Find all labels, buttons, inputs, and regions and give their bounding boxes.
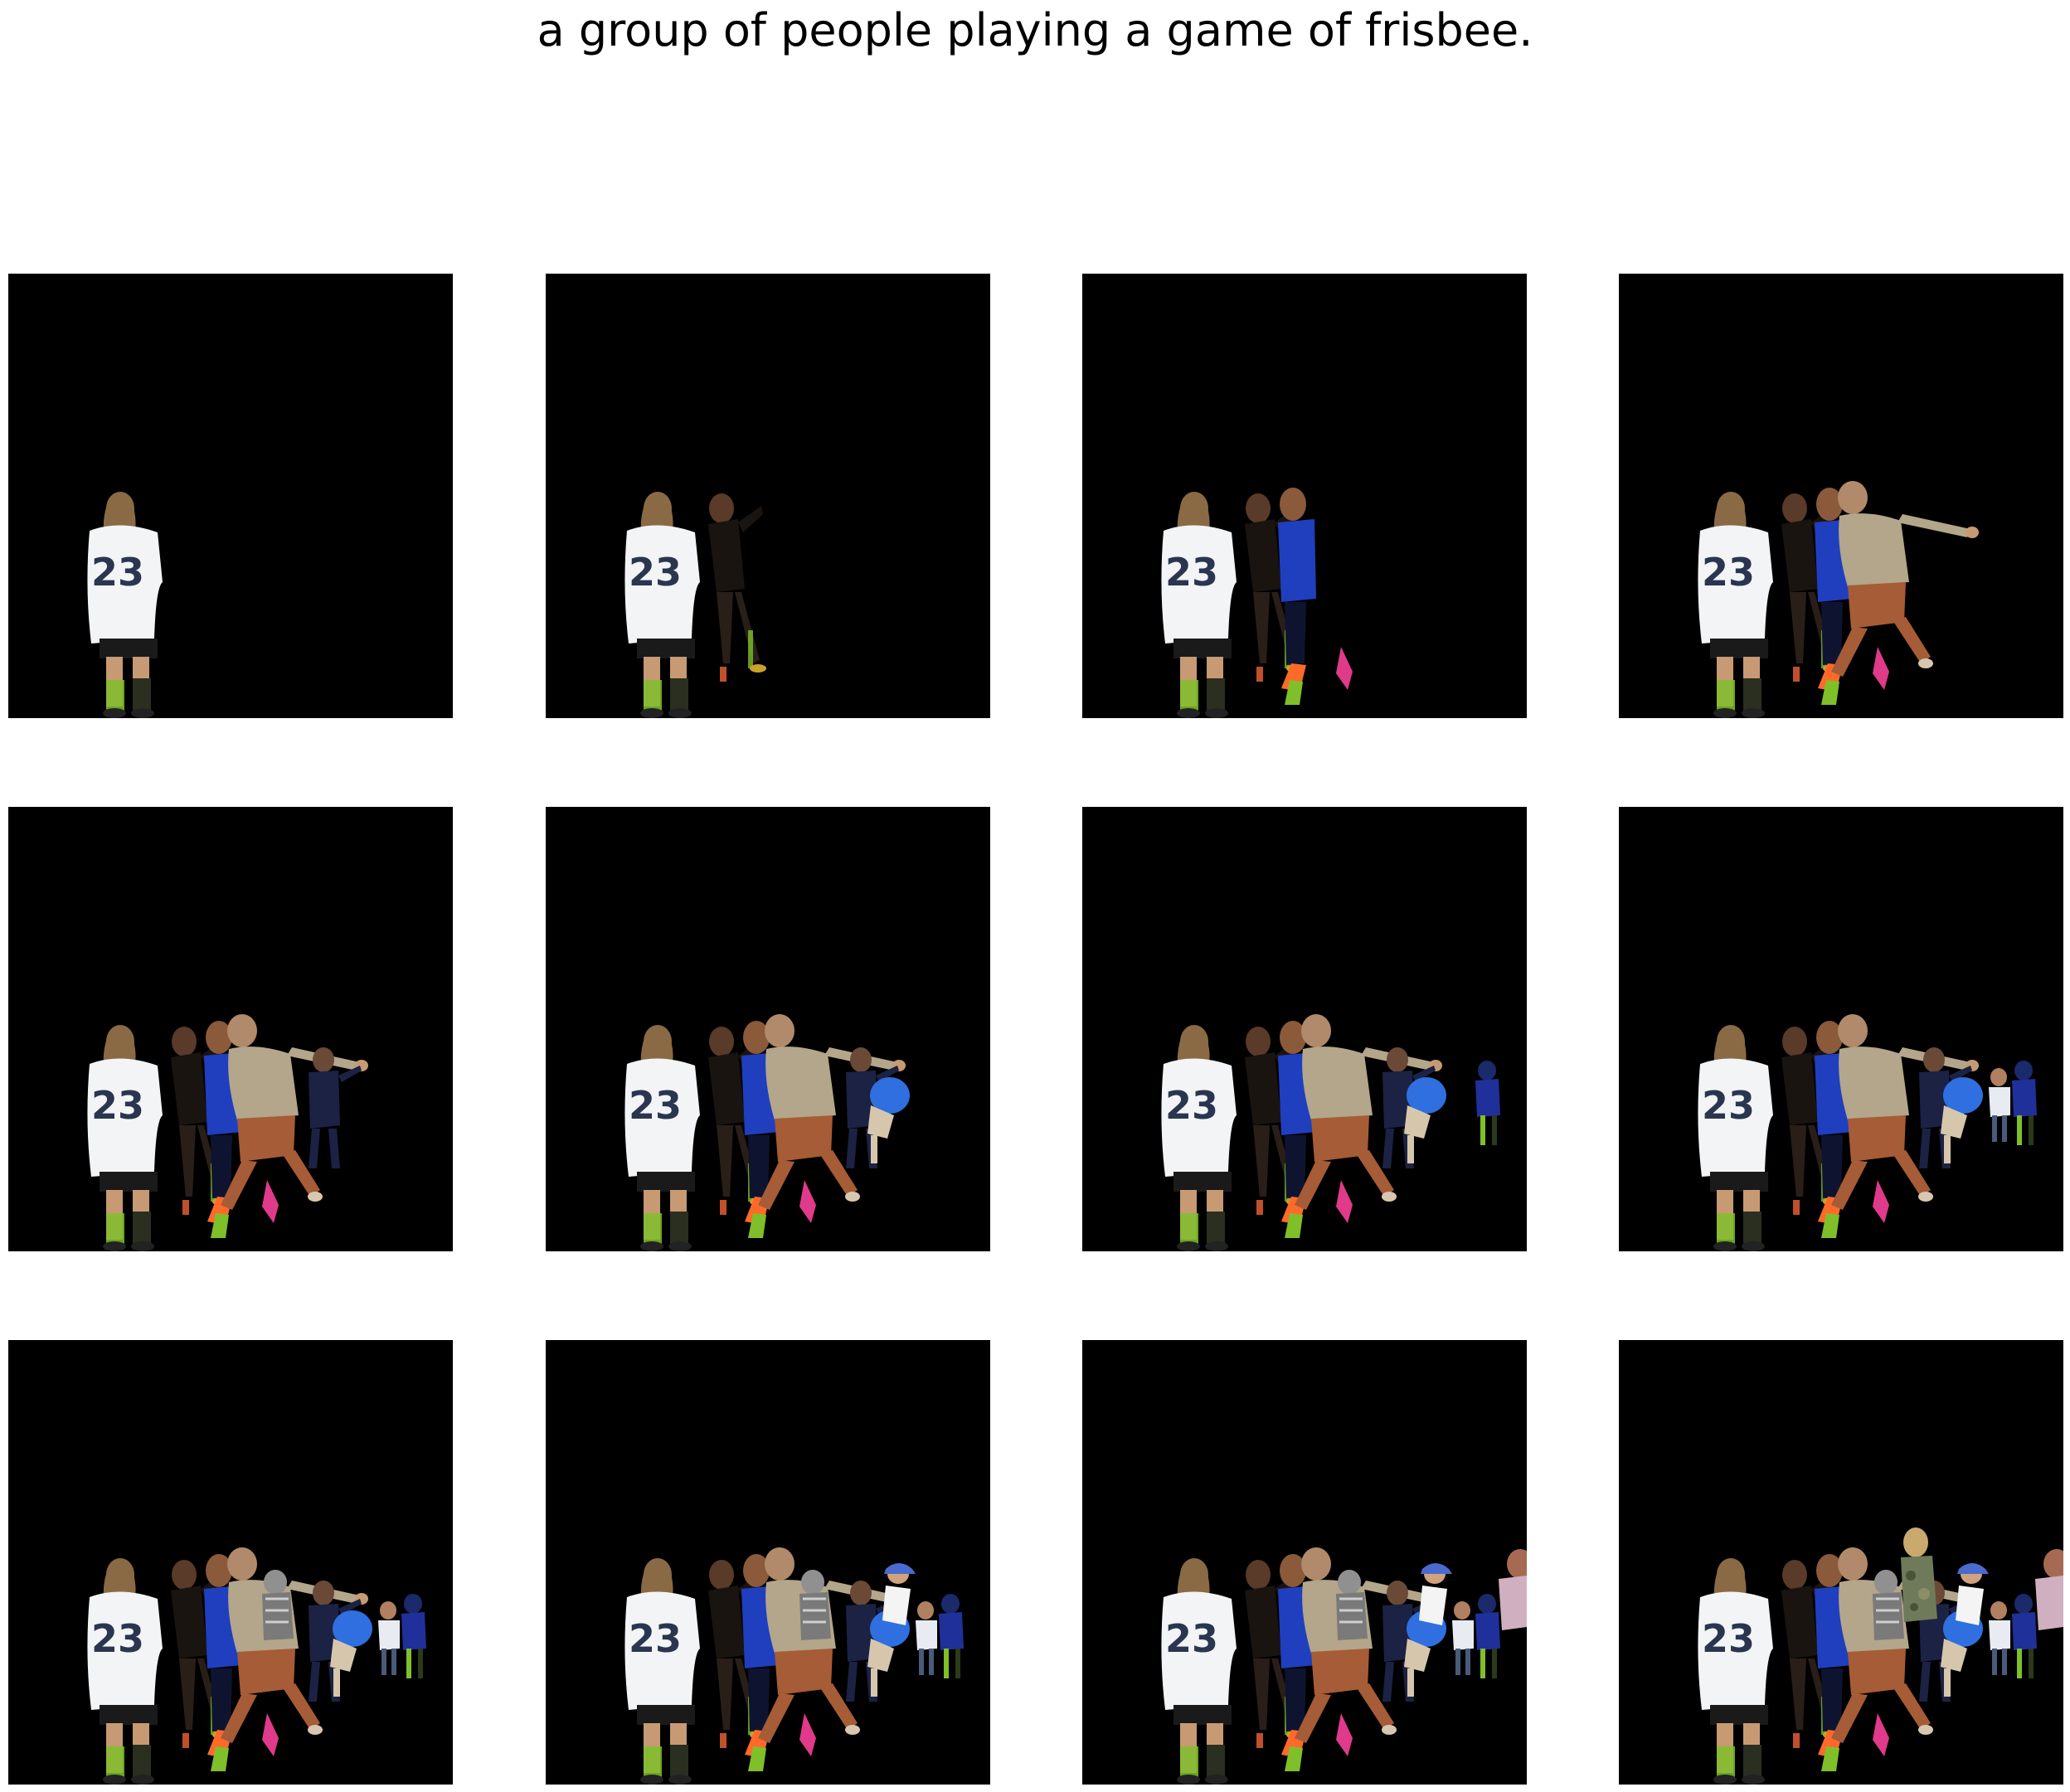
jersey-number: 23 <box>91 1083 144 1128</box>
person-pcamo <box>1901 1527 1937 1622</box>
frame-image: 23 <box>624 1547 964 1785</box>
frame-image: 23 <box>1161 1547 1527 1785</box>
person-pfar <box>939 1594 964 1678</box>
person-p23: 23 <box>87 1025 163 1251</box>
jersey-number: 23 <box>1702 1616 1755 1661</box>
person-p23: 23 <box>1698 1558 1773 1785</box>
person-p23: 23 <box>87 492 163 718</box>
frame-image: 23 <box>87 1547 426 1785</box>
frame-image: 23 <box>1161 1014 1500 1251</box>
jersey-number: 23 <box>91 1616 144 1661</box>
sequence-frame-5: 23 <box>8 807 453 1251</box>
frame-image: 23 <box>1698 481 1979 718</box>
sequence-frame-3: 23 <box>1082 274 1527 718</box>
frame-image: 23 <box>624 492 766 718</box>
person-p23: 23 <box>87 1558 163 1785</box>
person-pfar <box>1475 1594 1500 1678</box>
person-pfar <box>2012 1061 2037 1145</box>
jersey-number: 23 <box>91 550 144 595</box>
jersey-number: 23 <box>1165 1616 1218 1661</box>
person-p23: 23 <box>624 492 700 718</box>
person-pwhite <box>1989 1068 2010 1142</box>
frame-image: 23 <box>1698 1527 2063 1785</box>
person-pcap <box>882 1563 916 1625</box>
person-pgray <box>799 1570 831 1640</box>
frame-image: 23 <box>624 1014 910 1251</box>
sequence-frame-11: 23 <box>1082 1340 1527 1785</box>
person-pedge <box>1499 1549 1527 1630</box>
person-pdark <box>708 493 766 682</box>
jersey-number: 23 <box>1165 1083 1218 1128</box>
person-p23: 23 <box>624 1558 700 1785</box>
jersey-number: 23 <box>1165 550 1218 595</box>
sequence-frame-6: 23 <box>546 807 990 1251</box>
sequence-frame-10: 23 <box>546 1340 990 1785</box>
person-pgray <box>1873 1570 1904 1640</box>
person-pcap <box>1419 1563 1452 1625</box>
jersey-number: 23 <box>1702 1083 1755 1128</box>
person-pwhite <box>1989 1601 2010 1675</box>
frame-image: 23 <box>87 492 163 718</box>
person-pball <box>330 1610 372 1697</box>
person-pfar <box>1475 1061 1500 1145</box>
person-pfar <box>2012 1594 2037 1678</box>
person-pedge <box>2035 1549 2063 1630</box>
sequence-frame-4: 23 <box>1619 274 2063 718</box>
jersey-number: 23 <box>629 1616 682 1661</box>
person-pwhite <box>378 1601 400 1675</box>
sequence-frame-7: 23 <box>1082 807 1527 1251</box>
person-p23: 23 <box>1161 1558 1237 1785</box>
person-ptan <box>221 1014 368 1210</box>
frame-image: 23 <box>87 1014 368 1251</box>
person-pball <box>1404 1077 1446 1163</box>
jersey-number: 23 <box>1702 550 1755 595</box>
sequence-frame-12: 23 <box>1619 1340 2063 1785</box>
person-pball <box>867 1077 910 1163</box>
frame-image: 23 <box>1161 488 1353 718</box>
person-p23: 23 <box>1698 492 1773 718</box>
person-p23: 23 <box>1698 1025 1773 1251</box>
person-pgray <box>1336 1570 1368 1640</box>
person-pball <box>1941 1077 1983 1163</box>
jersey-number: 23 <box>629 550 682 595</box>
jersey-number: 23 <box>629 1083 682 1128</box>
person-pcap <box>1956 1563 1989 1625</box>
figure-caption: a group of people playing a game of fris… <box>537 4 1533 56</box>
sequence-frame-9: 23 <box>8 1340 453 1785</box>
frame-image: 23 <box>1698 1014 2037 1251</box>
sequence-frame-2: 23 <box>546 274 990 718</box>
person-p23: 23 <box>624 1025 700 1251</box>
person-pgray <box>262 1570 294 1640</box>
sequence-frame-8: 23 <box>1619 807 2063 1251</box>
person-p23: 23 <box>1161 1025 1237 1251</box>
person-p23: 23 <box>1161 492 1237 718</box>
person-pfar <box>401 1594 426 1678</box>
person-pwhite <box>916 1601 937 1675</box>
person-ptan <box>1831 481 1979 677</box>
sequence-frame-1: 23 <box>8 274 453 718</box>
person-pwhite <box>1452 1601 1474 1675</box>
